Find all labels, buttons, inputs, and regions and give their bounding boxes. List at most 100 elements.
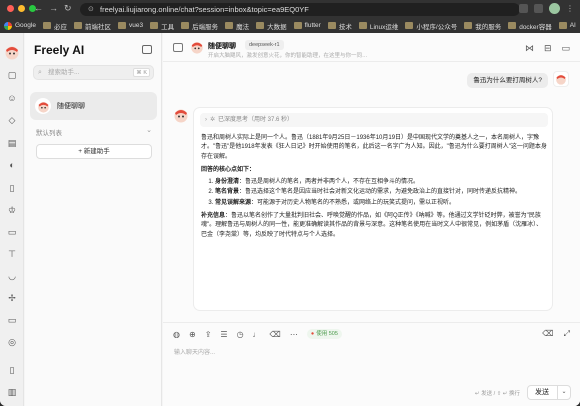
emoji-icon[interactable]: ☺: [7, 93, 17, 103]
bookmark-item[interactable]: vue3: [117, 22, 143, 29]
answer-supplement: 补充信息：鲁迅以笔名创作了大量批判旧社会、呼唤觉醒的作品，如《阿Q正传》《呐喊》…: [201, 213, 543, 238]
thinking-toggle[interactable]: › ✲ 已深度思考（用时 37.6 秒）: [200, 113, 548, 127]
cat-icon[interactable]: ◇: [7, 115, 17, 125]
bookmark-item[interactable]: 技术: [327, 21, 352, 31]
token-usage-badge[interactable]: ● 使用 505: [306, 329, 342, 339]
folder-icon: [256, 22, 265, 29]
chevron-down-icon[interactable]: ⌄: [146, 126, 152, 134]
chat-main: 随便聊聊 deepseek-r1 开启大脑飓风，激发创意火花，你的智能助理，在这…: [163, 33, 580, 406]
folder-icon[interactable]: ▭: [7, 315, 17, 325]
bookmark-item[interactable]: 我的服务: [464, 21, 501, 31]
icon-rail: ▢ ☺ ◇ ▤ ◐ ▯ ♔ ▭ ⊤ ◡ ✢ ▭ ◎ ▯ ▥: [0, 33, 24, 406]
bookmark-item[interactable]: 小程序/公众号: [405, 21, 457, 31]
bookmark-item[interactable]: Google: [4, 21, 36, 30]
browser-nav: ← → ↻: [34, 3, 72, 14]
chat-title: 随便聊聊: [208, 43, 236, 50]
back-icon[interactable]: ←: [34, 3, 43, 14]
answer-intro: 鲁迅和周树人实际上是同一个人。鲁迅（1881年9月25日－1936年10月19日…: [201, 135, 547, 160]
lock-icon: ⊙: [88, 6, 94, 13]
model-badge[interactable]: deepseek-r1: [245, 40, 284, 50]
chat-input[interactable]: 输入聊天内容...: [174, 347, 215, 356]
history-icon[interactable]: ◷: [237, 330, 244, 339]
chat-header: 随便聊聊 deepseek-r1 开启大脑飓风，激发创意火花，你的智能助理，在这…: [163, 33, 580, 62]
pin-icon[interactable]: ⊤: [7, 249, 17, 259]
bookmark-item[interactable]: 大数据: [256, 21, 287, 31]
send-button[interactable]: 发送 ⌄: [527, 385, 571, 400]
folder-icon: [117, 22, 126, 29]
mobile-icon[interactable]: ▯: [7, 183, 17, 193]
clear-topic-icon[interactable]: ⌫: [542, 329, 553, 339]
expand-icon[interactable]: ⤢: [564, 329, 570, 339]
bookmark-item[interactable]: flutter: [293, 22, 321, 29]
profile-avatar[interactable]: [549, 3, 560, 14]
upload-icon[interactable]: ⇪: [205, 330, 212, 339]
google-icon: [4, 21, 12, 30]
minimize-window-button[interactable]: [18, 5, 25, 12]
globe-icon[interactable]: ⊕: [189, 330, 196, 339]
palette-icon[interactable]: ◐: [7, 160, 17, 170]
assistant-panel: Freely AI ⌕ 搜索助手... ⌘ K 随便聊聊 默认列表 ⌄ + 新建…: [25, 33, 162, 406]
agent-name: 随便聊聊: [57, 103, 85, 110]
menu-icon[interactable]: ⋮: [566, 4, 574, 13]
sidebar-toggle-icon[interactable]: [173, 43, 183, 52]
browser-actions: ⋮: [519, 3, 574, 14]
trophy-icon[interactable]: ♔: [7, 205, 17, 215]
book-open-icon[interactable]: ▥: [7, 387, 17, 397]
send-options-chevron-icon[interactable]: ⌄: [557, 386, 570, 399]
share-icon[interactable]: ⋈: [525, 43, 534, 54]
reload-icon[interactable]: ↻: [64, 3, 72, 14]
compass-icon[interactable]: ◎: [7, 337, 17, 347]
header-avatar-icon: [191, 42, 203, 54]
microphone-icon[interactable]: ♩: [253, 330, 261, 339]
composer-toolbar: ◍ ⊕ ⇪ ☰ ◷ ♩ ⌫ ⋯ ● 使用 505: [173, 329, 342, 339]
tablet-icon[interactable]: ▯: [7, 365, 17, 375]
fox-icon[interactable]: ◡: [7, 271, 17, 281]
settings-panel-icon[interactable]: ⊟: [544, 43, 552, 54]
window-controls[interactable]: [7, 5, 36, 12]
sliders-icon[interactable]: ☰: [220, 330, 227, 339]
brand-title: Freely AI: [34, 43, 85, 57]
bookmark-item[interactable]: 必应: [42, 21, 67, 31]
bookmark-item[interactable]: 工具: [150, 21, 174, 31]
layout-icon[interactable]: ▭: [561, 43, 570, 54]
bookmark-item[interactable]: 魔法: [225, 21, 249, 31]
assistant-avatar-icon: [174, 109, 188, 123]
send-hint: ↵ 发送 / ⇧ ↵ 换行: [475, 391, 520, 397]
more-icon[interactable]: ⋯: [290, 330, 298, 339]
token-avatar-icon: ●: [310, 331, 315, 337]
bookmark-item[interactable]: 后端服务: [181, 21, 218, 31]
folder-icon: [293, 22, 302, 29]
app-logo-icon[interactable]: [4, 44, 20, 60]
bookmark-item[interactable]: AI: [558, 22, 576, 29]
search-input[interactable]: ⌕ 搜索助手... ⌘ K: [33, 65, 154, 80]
model-switch-icon[interactable]: ◍: [173, 330, 180, 339]
files-icon[interactable]: ▤: [7, 138, 17, 148]
agent-avatar: [35, 98, 51, 114]
url-text: freelyai.liujiarong.online/chat?session=…: [100, 5, 309, 14]
app-window: ▢ ☺ ◇ ▤ ◐ ▯ ♔ ▭ ⊤ ◡ ✢ ▭ ◎ ▯ ▥ Freely AI …: [0, 33, 580, 406]
extension-icon[interactable]: [519, 4, 528, 13]
browser-chrome: ← → ↻ ⊙ freelyai.liujiarong.online/chat?…: [0, 0, 580, 33]
user-avatar: [553, 71, 569, 87]
new-assistant-button[interactable]: + 新建助手: [36, 144, 152, 159]
bookmark-item[interactable]: Linux运维: [358, 21, 398, 31]
bookmarks-bar: Google 必应 前端社区 vue3 工具 后端服务 魔法 大数据 flutt…: [4, 19, 576, 32]
bookmark-item[interactable]: docker容器: [508, 21, 552, 31]
clear-icon[interactable]: ⌫: [270, 330, 281, 339]
bookmark-item[interactable]: 前端社区: [73, 21, 111, 31]
forward-icon[interactable]: →: [49, 3, 58, 14]
address-bar[interactable]: ⊙ freelyai.liujiarong.online/chat?sessio…: [80, 3, 520, 16]
answer-body: 鲁迅和周树人实际上是同一个人。鲁迅（1881年9月25日－1936年10月19日…: [201, 134, 547, 244]
sidebar-icon[interactable]: [534, 4, 543, 13]
folder-icon: [464, 22, 473, 29]
chat-icon[interactable]: ▢: [7, 70, 17, 80]
book-icon[interactable]: ▭: [7, 227, 17, 237]
new-topic-icon[interactable]: [142, 45, 152, 54]
chat-subtitle: 开启大脑飓风，激发创意火花，你的智能助理，在这里与你一同…: [208, 53, 368, 59]
default-list-label[interactable]: 默认列表: [36, 127, 62, 137]
agent-item-active[interactable]: 随便聊聊: [30, 92, 157, 120]
puzzle-icon[interactable]: ✢: [7, 293, 17, 303]
close-window-button[interactable]: [7, 5, 14, 12]
list-item: 身份澄清：鲁迅是周树人的笔名，两者并非两个人，不存在互相争斗的情况。: [215, 178, 547, 187]
composer: ◍ ⊕ ⇪ ☰ ◷ ♩ ⌫ ⋯ ● 使用 505 ⌫ ⤢ 输入聊天内容... ↵ …: [163, 322, 580, 406]
